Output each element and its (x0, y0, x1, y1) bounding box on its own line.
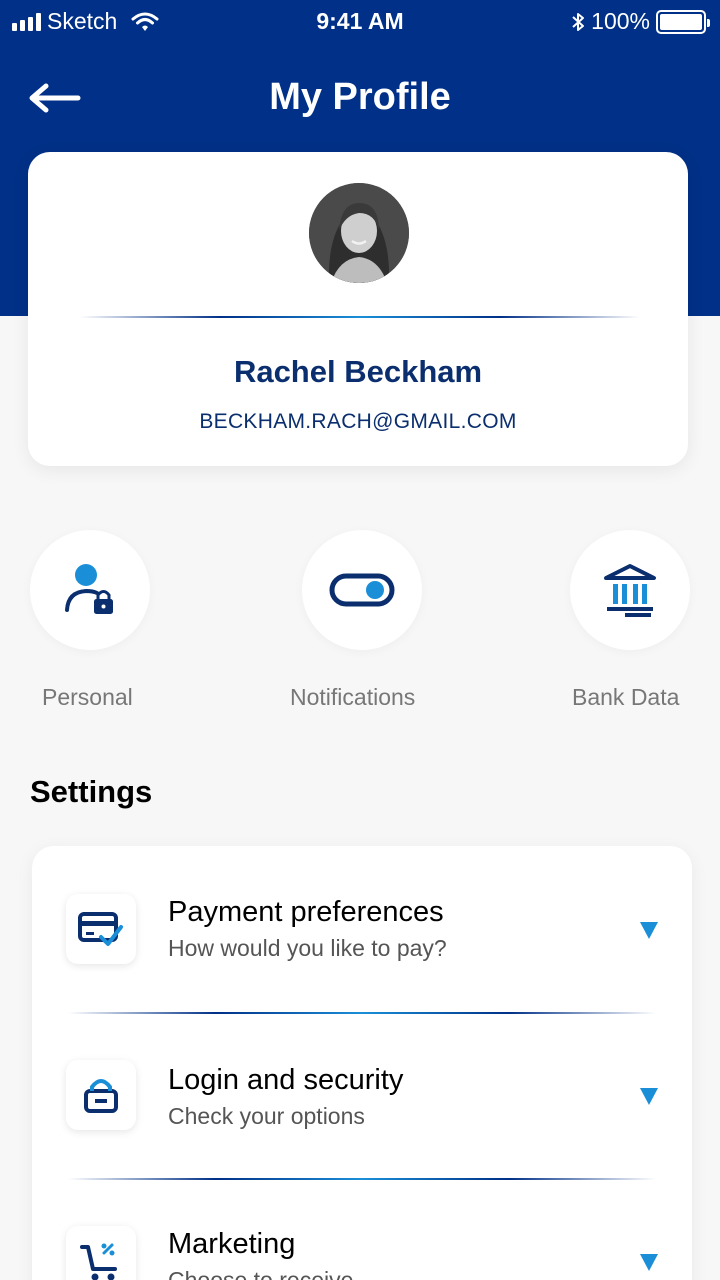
settings-title: Settings (30, 774, 153, 809)
toggle-icon (329, 573, 395, 607)
profile-divider (80, 316, 640, 318)
setting-title: Payment preferences (168, 896, 444, 928)
chevron-down-icon (640, 922, 658, 939)
profile-name: Rachel Beckham (233, 354, 483, 389)
battery-icon (656, 9, 710, 34)
cart-icon (66, 1226, 136, 1280)
profile-card: Rachel Beckham BECKHAM.RACH@GMAIL.COM (28, 152, 688, 466)
personal-label: Personal (42, 684, 133, 710)
card-check-icon (66, 894, 136, 964)
page-title: My Profile (269, 76, 451, 118)
lock-icon (66, 1060, 136, 1130)
setting-title: Marketing (168, 1228, 296, 1260)
bank-data-label: Bank Data (572, 684, 680, 710)
chevron-down-icon (640, 1254, 658, 1271)
avatar[interactable] (309, 183, 409, 283)
setting-title: Login and security (168, 1064, 404, 1096)
setting-subtitle: Choose to receive (168, 1267, 354, 1280)
setting-subtitle: Check your options (168, 1103, 365, 1129)
user-lock-icon (65, 564, 113, 614)
notifications-label: Notifications (290, 684, 416, 710)
notifications-button[interactable] (302, 530, 422, 650)
setting-marketing[interactable]: Marketing Choose to receive (32, 1180, 692, 1280)
status-bar: Sketch 9:41 AM 100% (0, 0, 720, 40)
bank-icon (604, 564, 656, 617)
setting-payment-preferences[interactable]: Payment preferences How would you like t… (32, 846, 692, 996)
bank-data-button[interactable] (570, 530, 690, 650)
profile-email: BECKHAM.RACH@GMAIL.COM (199, 410, 517, 433)
chevron-down-icon (640, 1088, 658, 1105)
setting-login-security[interactable]: Login and security Check your options (32, 1014, 692, 1164)
battery-percent: 100% (591, 8, 650, 34)
settings-card: Payment preferences How would you like t… (32, 846, 692, 1280)
personal-button[interactable] (30, 530, 150, 650)
bluetooth-icon (572, 12, 585, 31)
setting-subtitle: How would you like to pay? (168, 935, 447, 961)
